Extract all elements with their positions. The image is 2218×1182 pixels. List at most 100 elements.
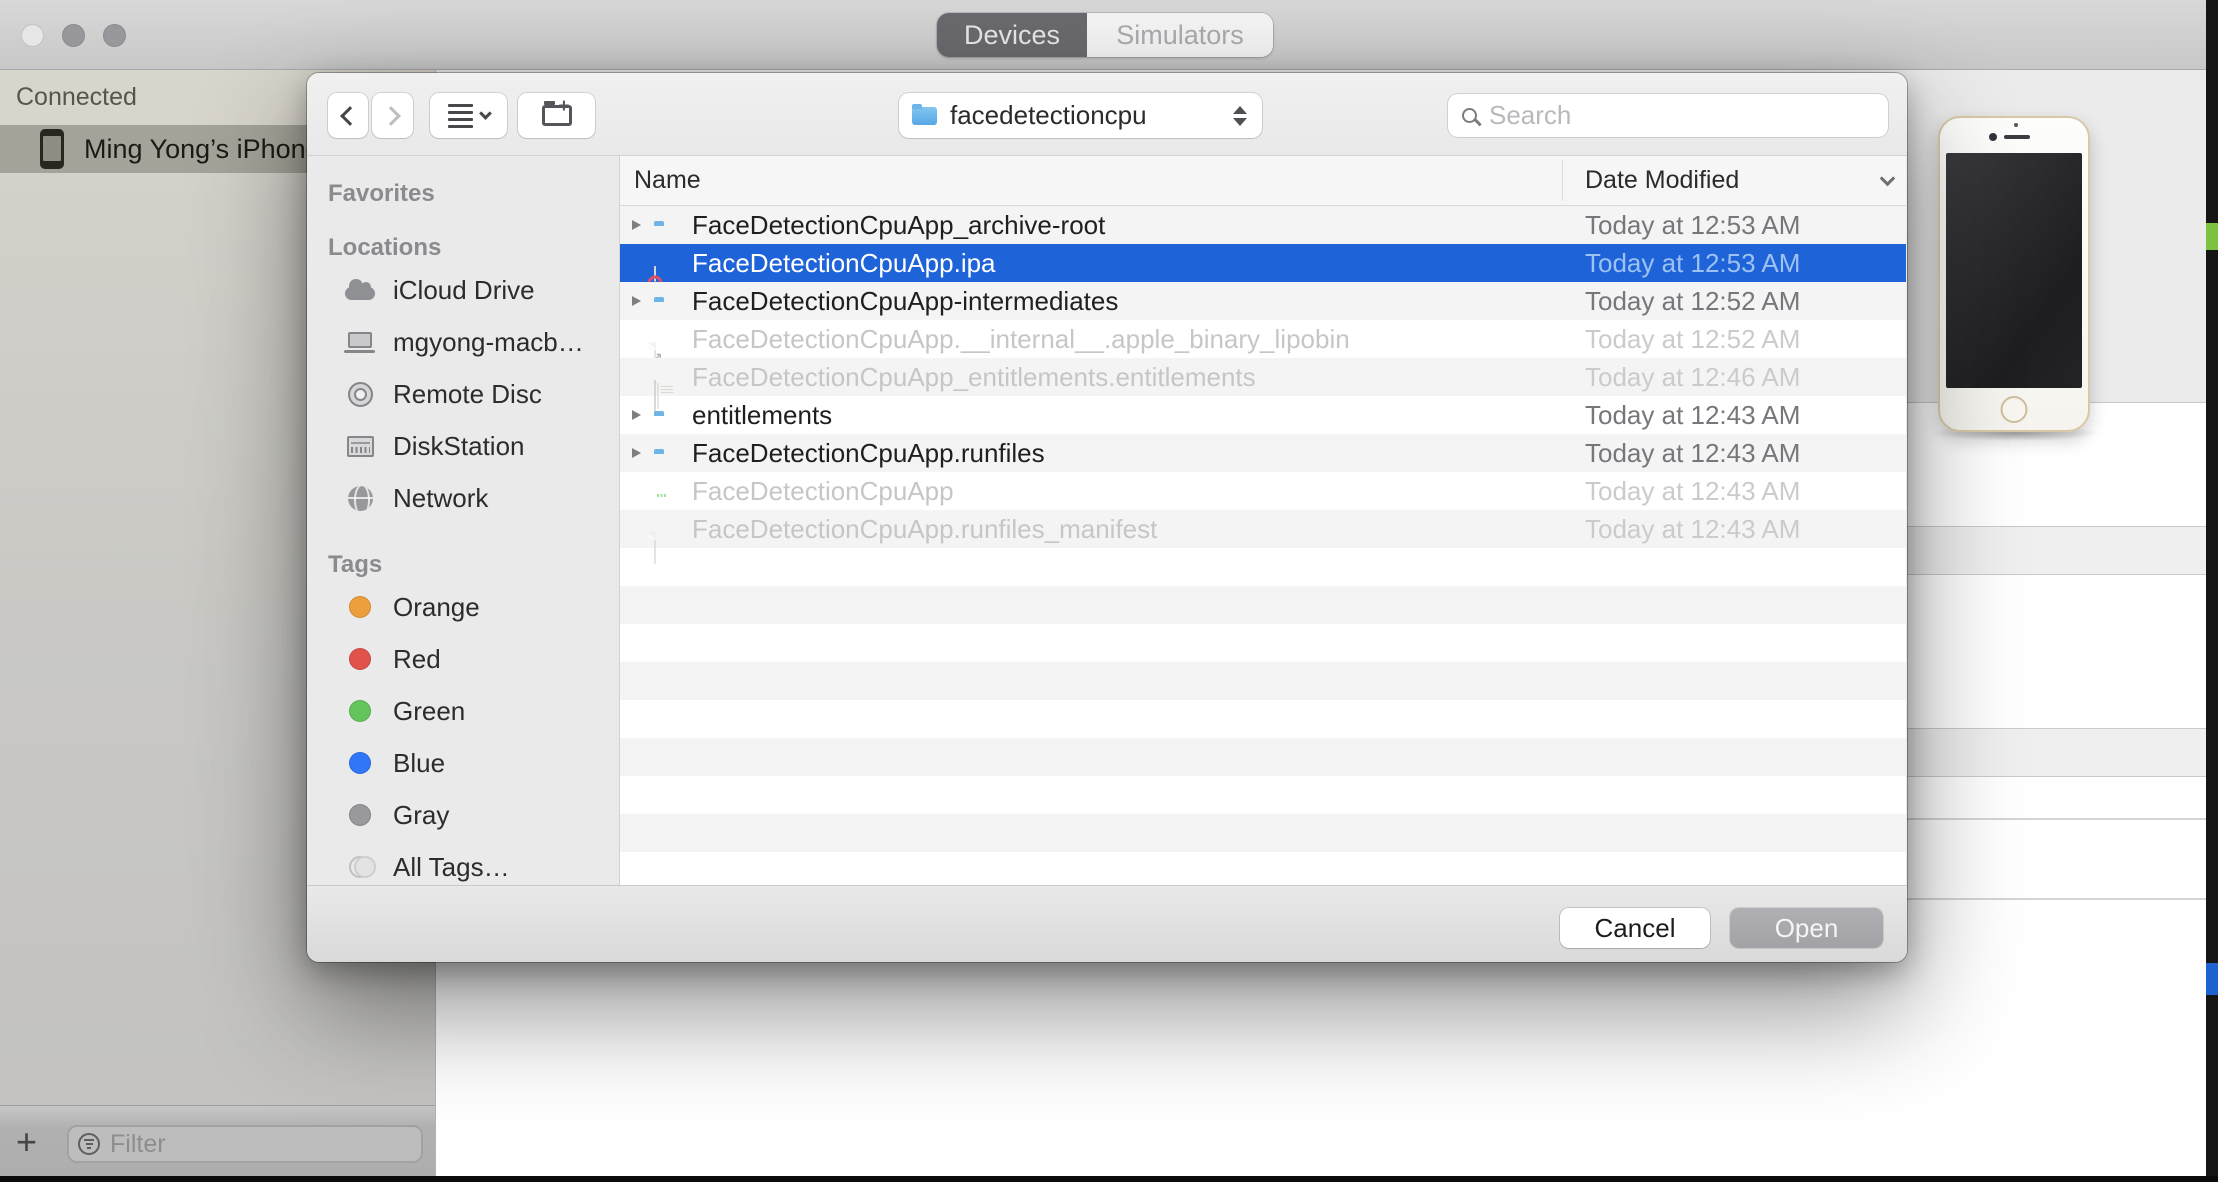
chevron-right-icon (381, 106, 401, 126)
file-name: FaceDetectionCpuApp.runfiles_manifest (692, 510, 1157, 548)
sidebar-item-label: Orange (393, 592, 480, 623)
sidebar-section-tags: TagsOrangeRedGreenBlueGrayAll Tags… (307, 552, 619, 885)
desktop-edge-sliver (2206, 223, 2218, 250)
empty-list-row (620, 700, 1906, 738)
table-row[interactable]: FaceDetectionCpuApp-intermediatesToday a… (620, 282, 1906, 320)
minimize-button[interactable] (62, 24, 85, 47)
open-file-dialog: facedetectioncpu Favorites Locations iClou… (307, 73, 1907, 962)
new-folder-button[interactable] (518, 93, 595, 138)
disclosure-triangle-icon[interactable] (632, 410, 641, 420)
sidebar-item-gray[interactable]: Gray (307, 789, 619, 841)
sidebar-item-red[interactable]: Red (307, 633, 619, 685)
sidebar-item-label: mgyong-macb… (393, 327, 584, 358)
table-row[interactable]: FaceDetectionCpuApp.ipa Today at 12:53 AM (620, 244, 1906, 282)
search-input[interactable] (1487, 99, 1857, 132)
column-header-name[interactable]: Name (634, 156, 701, 205)
location-popup[interactable]: facedetectioncpu (899, 93, 1262, 138)
sidebar-item-blue[interactable]: Blue (307, 737, 619, 789)
cloud-icon (345, 287, 375, 300)
table-row[interactable]: FaceDetectionCpuApp.runfiles_manifest Tod… (620, 510, 1906, 548)
file-list-header: Name Date Modified (620, 156, 1906, 206)
cancel-button[interactable]: Cancel (1560, 908, 1710, 948)
globe-icon (348, 486, 373, 511)
device-image (1938, 116, 2090, 432)
sidebar-item-label: Network (393, 483, 488, 514)
sidebar-item-all-tags[interactable]: All Tags… (307, 841, 619, 885)
disclosure-triangle-icon[interactable] (632, 220, 641, 230)
sidebar-item-icloud-drive[interactable]: iCloud Drive (307, 264, 619, 316)
open-button[interactable]: Open (1730, 908, 1883, 948)
chevron-left-icon (340, 106, 360, 126)
file-date-modified: Today at 12:52 AM (1585, 320, 1800, 358)
close-button[interactable] (21, 24, 44, 47)
back-button[interactable] (328, 93, 368, 138)
empty-list-row (620, 548, 1906, 586)
list-view-icon (448, 104, 473, 128)
empty-list-row (620, 662, 1906, 700)
file-name: FaceDetectionCpuApp.runfiles (692, 434, 1045, 472)
sidebar-bottom-bar: + (0, 1105, 435, 1182)
file-date-modified: Today at 12:46 AM (1585, 358, 1800, 396)
disc-icon (348, 382, 373, 407)
desktop-screenshot: Devices Simulators Connected Ming Yong’s… (0, 0, 2218, 1182)
file-name: FaceDetectionCpuApp.ipa (692, 244, 996, 282)
table-row[interactable]: FaceDetectionCpuApp_archive-rootToday at… (620, 206, 1906, 244)
dialog-footer: Cancel Open (307, 885, 1907, 962)
sidebar-section-locations: Locations iCloud Drive mgyong-macb… Remote … (307, 235, 619, 524)
desktop-edge-right (2206, 0, 2218, 1182)
sidebar-item-label: Gray (393, 800, 449, 831)
sidebar-section-title: Locations (307, 235, 619, 261)
filter-field[interactable] (67, 1125, 423, 1163)
disclosure-triangle-icon[interactable] (632, 296, 641, 306)
sidebar-item-label: DiskStation (393, 431, 525, 462)
tab-simulators[interactable]: Simulators (1087, 13, 1273, 57)
table-row[interactable]: FaceDetectionCpuAppToday at 12:43 AM (620, 472, 1906, 510)
sidebar-item-label: Remote Disc (393, 379, 542, 410)
forward-button[interactable] (372, 93, 413, 138)
sort-chevron-icon (1880, 171, 1896, 187)
search-field[interactable] (1448, 94, 1888, 137)
file-date-modified: Today at 12:53 AM (1585, 244, 1800, 282)
empty-list-row (620, 814, 1906, 852)
sidebar-section-favorites: Favorites (307, 181, 619, 207)
desktop-edge-bottom (0, 1176, 2218, 1182)
zoom-button[interactable] (103, 24, 126, 47)
sidebar-item-network[interactable]: Network (307, 472, 619, 524)
tab-devices[interactable]: Devices (937, 13, 1087, 57)
sidebar-section-title: Favorites (307, 181, 619, 207)
table-row[interactable]: FaceDetectionCpuApp.__internal__.apple_b… (620, 320, 1906, 358)
laptop-icon (348, 332, 372, 348)
empty-list-row (620, 624, 1906, 662)
empty-list-row (620, 738, 1906, 776)
sidebar-item-remote-disc[interactable]: Remote Disc (307, 368, 619, 420)
empty-list-row (620, 586, 1906, 624)
file-date-modified: Today at 12:43 AM (1585, 396, 1800, 434)
nas-icon (347, 436, 374, 457)
sidebar-item-mgyong-macb[interactable]: mgyong-macb… (307, 316, 619, 368)
table-row[interactable]: entitlementsToday at 12:43 AM (620, 396, 1906, 434)
popup-chevrons-icon (1233, 106, 1247, 126)
add-device-button[interactable]: + (16, 1120, 37, 1164)
folder-icon (912, 107, 937, 125)
file-list: Name Date Modified FaceDetectionCpuApp_a… (620, 156, 1906, 885)
table-row[interactable]: FaceDetectionCpuApp.runfilesToday at 12:… (620, 434, 1906, 472)
column-header-date-modified[interactable]: Date Modified (1585, 156, 1739, 205)
tag-color-icon (349, 648, 371, 670)
sidebar-item-label: Green (393, 696, 465, 727)
filter-input[interactable] (108, 1129, 388, 1160)
tag-color-icon (349, 596, 371, 618)
sidebar-item-orange[interactable]: Orange (307, 581, 619, 633)
disclosure-triangle-icon[interactable] (632, 448, 641, 458)
view-options-button[interactable] (430, 93, 507, 138)
file-date-modified: Today at 12:43 AM (1585, 510, 1800, 548)
sidebar-item-green[interactable]: Green (307, 685, 619, 737)
search-icon (1462, 108, 1477, 123)
tag-color-icon (349, 752, 371, 774)
filter-icon (78, 1133, 100, 1155)
iphone-icon (40, 129, 64, 169)
table-row[interactable]: FaceDetectionCpuApp_entitlements.entitle… (620, 358, 1906, 396)
current-location: facedetectioncpu (950, 100, 1147, 131)
sidebar-item-diskstation[interactable]: DiskStation (307, 420, 619, 472)
column-divider[interactable] (1562, 160, 1563, 201)
file-name: FaceDetectionCpuApp.__internal__.apple_b… (692, 320, 1350, 358)
